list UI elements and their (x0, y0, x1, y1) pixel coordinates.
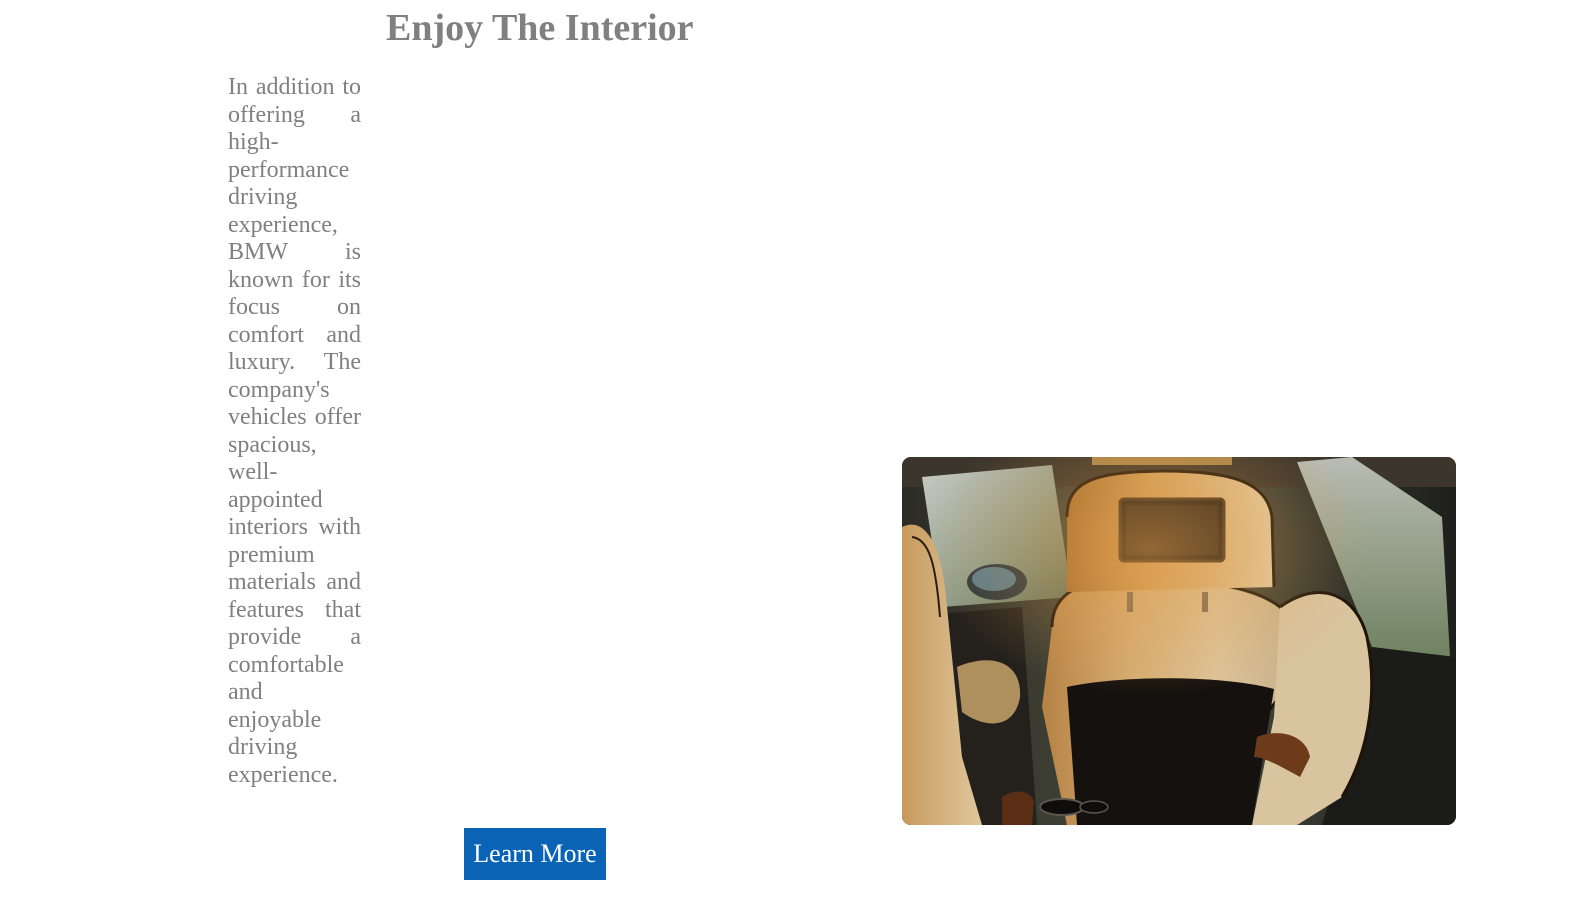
learn-more-button[interactable]: Learn More (464, 828, 606, 880)
interior-photo (902, 457, 1456, 825)
section-title: Enjoy The Interior (386, 7, 694, 49)
section-description: In addition to offering a high-performan… (228, 74, 361, 788)
